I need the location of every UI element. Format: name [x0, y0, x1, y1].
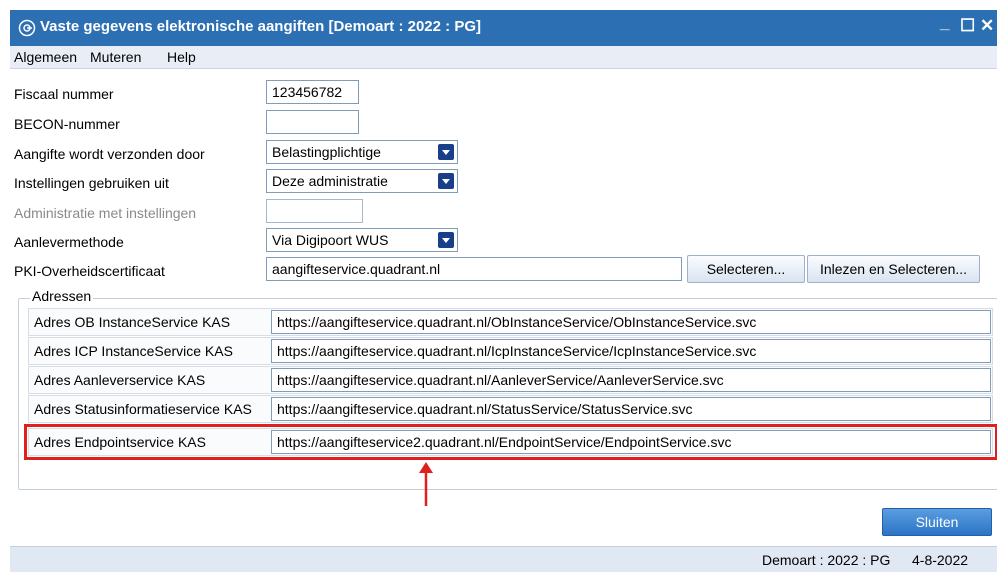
maximize-button[interactable]: ☐ — [960, 16, 975, 36]
close-window-button[interactable]: ✕ — [980, 16, 994, 36]
address-row-aanlever: Adres Aanleverservice KAS https://aangif… — [28, 366, 993, 394]
highlight-box — [24, 424, 997, 460]
address-input[interactable]: https://aangifteservice.quadrant.nl/Aanl… — [271, 368, 991, 392]
status-context: Demoart : 2022 : PG — [762, 552, 891, 568]
aanlevermethode-value: Via Digipoort WUS — [272, 232, 389, 248]
fiscaal-nummer-input[interactable]: 123456782 — [266, 80, 359, 104]
address-label: Adres Aanleverservice KAS — [34, 372, 206, 388]
verzonden-door-label: Aangifte wordt verzonden door — [14, 146, 205, 162]
app-icon — [18, 19, 36, 37]
menu-algemeen[interactable]: Algemeen — [14, 49, 77, 65]
becon-nummer-label: BECON-nummer — [14, 116, 120, 132]
address-label: Adres ICP InstanceService KAS — [34, 343, 233, 359]
address-row-status: Adres Statusinformatieservice KAS https:… — [28, 395, 993, 423]
menu-muteren[interactable]: Muteren — [90, 49, 141, 65]
address-row-ob: Adres OB InstanceService KAS https://aan… — [28, 308, 993, 336]
main-window: Vaste gegevens elektronische aangiften [… — [10, 10, 997, 572]
address-input[interactable]: https://aangifteservice.quadrant.nl/ObIn… — [271, 310, 991, 334]
aanlevermethode-select[interactable]: Via Digipoort WUS — [266, 228, 458, 252]
verzonden-door-value: Belastingplichtige — [272, 144, 381, 160]
minimize-button[interactable]: _ — [940, 13, 949, 33]
pki-certificaat-label: PKI-Overheidscertificaat — [14, 263, 165, 279]
instellingen-select[interactable]: Deze administratie — [266, 169, 458, 193]
instellingen-label: Instellingen gebruiken uit — [14, 175, 169, 191]
chevron-down-icon[interactable] — [438, 173, 454, 189]
pki-certificaat-input[interactable]: aangifteservice.quadrant.nl — [266, 257, 682, 281]
title-bar: Vaste gegevens elektronische aangiften [… — [10, 10, 997, 46]
administratie-label: Administratie met instellingen — [14, 205, 197, 221]
status-bar: Demoart : 2022 : PG 4-8-2022 — [10, 546, 997, 572]
menu-bar: Algemeen Muteren Help — [10, 46, 997, 69]
administratie-input[interactable] — [266, 199, 363, 223]
aanlevermethode-label: Aanlevermethode — [14, 234, 124, 250]
chevron-down-icon[interactable] — [438, 232, 454, 248]
instellingen-value: Deze administratie — [272, 173, 388, 189]
fiscaal-nummer-label: Fiscaal nummer — [14, 86, 114, 102]
chevron-down-icon[interactable] — [438, 144, 454, 160]
address-input[interactable]: https://aangifteservice.quadrant.nl/Stat… — [271, 397, 991, 421]
window-title: Vaste gegevens elektronische aangiften [… — [40, 18, 481, 35]
arrow-up-icon — [419, 462, 433, 506]
verzonden-door-select[interactable]: Belastingplichtige — [266, 140, 458, 164]
address-row-icp: Adres ICP InstanceService KAS https://aa… — [28, 337, 993, 365]
address-input[interactable]: https://aangifteservice.quadrant.nl/IcpI… — [271, 339, 991, 363]
menu-help[interactable]: Help — [167, 49, 196, 65]
sluiten-button[interactable]: Sluiten — [882, 508, 992, 536]
selecteren-button[interactable]: Selecteren... — [687, 255, 805, 283]
becon-nummer-input[interactable] — [266, 110, 359, 134]
status-date: 4-8-2022 — [912, 552, 969, 568]
inlezen-selecteren-button[interactable]: Inlezen en Selecteren... — [807, 255, 980, 283]
address-label: Adres OB InstanceService KAS — [34, 314, 231, 330]
address-label: Adres Statusinformatieservice KAS — [34, 401, 252, 417]
adressen-legend: Adressen — [30, 288, 94, 304]
